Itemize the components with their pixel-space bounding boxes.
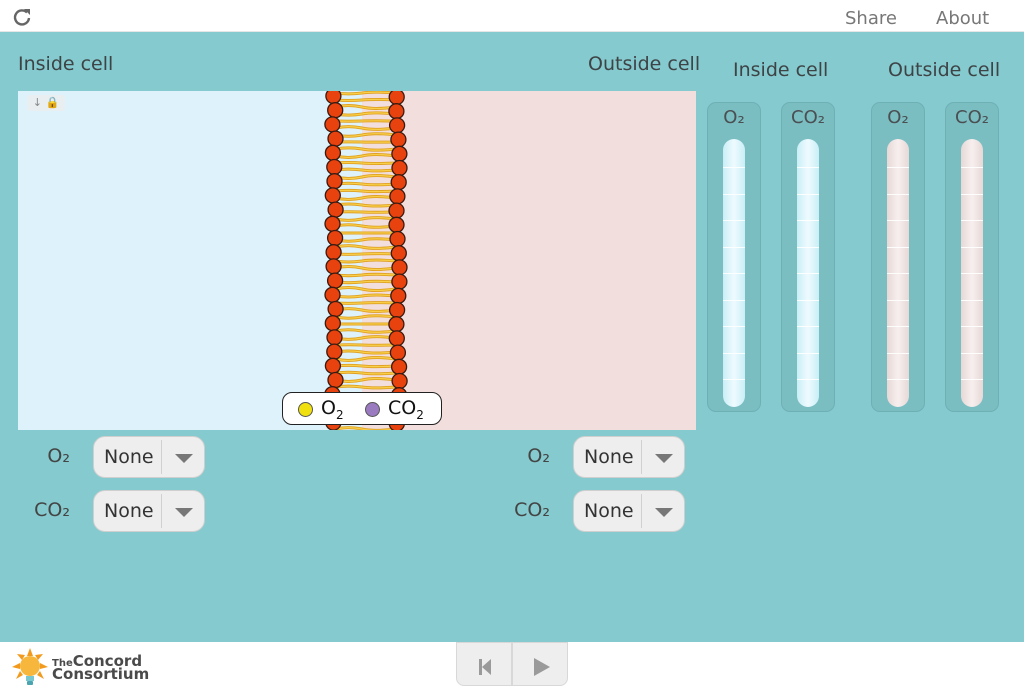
- gauge-tick: [797, 379, 819, 380]
- gauge-tube: [961, 139, 983, 407]
- gauge-tick: [797, 273, 819, 274]
- outside-co2-select[interactable]: None: [573, 490, 685, 532]
- gauge-tick: [887, 220, 909, 221]
- gauge-tick: [797, 220, 819, 221]
- gauge-label: CO₂: [955, 107, 989, 128]
- gauge-tick: [961, 220, 983, 221]
- play-icon: [534, 658, 550, 676]
- gauge-tube: [723, 139, 745, 407]
- gauge-tick: [797, 299, 819, 301]
- cell-membrane: [324, 91, 408, 430]
- gauge-tick: [797, 326, 819, 327]
- chevron-down-icon: [655, 508, 673, 517]
- gauge-tick: [797, 352, 819, 354]
- play-button[interactable]: [512, 642, 568, 686]
- inside-co2-select[interactable]: None: [93, 490, 205, 532]
- inside-o2-select[interactable]: None: [93, 436, 205, 478]
- chevron-down-icon: [655, 454, 673, 463]
- reload-icon[interactable]: [12, 7, 32, 27]
- gauge-tick: [961, 193, 983, 195]
- inside-co2-label: CO₂: [34, 499, 70, 521]
- share-link[interactable]: Share: [845, 8, 897, 29]
- outside-o2-gauge: O₂: [871, 102, 925, 412]
- gauge-tick: [797, 246, 819, 248]
- gauge-label: O₂: [723, 107, 745, 128]
- molecule-legend: O2 CO2: [282, 392, 442, 425]
- divider: [161, 440, 162, 474]
- concord-logo-icon: [12, 648, 48, 688]
- footer: TheConcord Consortium: [0, 642, 1024, 695]
- gauge-tick: [723, 379, 745, 380]
- logo-text-line2: Consortium: [52, 665, 150, 683]
- gauge-tick: [887, 273, 909, 274]
- select-value: None: [584, 500, 634, 522]
- gauge-label: CO₂: [791, 107, 825, 128]
- reset-button[interactable]: [456, 642, 512, 686]
- gauge-tick: [723, 326, 745, 327]
- gauge-tick: [797, 167, 819, 168]
- o2-legend-label: O2: [321, 397, 344, 422]
- select-value: None: [104, 446, 154, 468]
- co2-legend-label: CO2: [388, 397, 424, 422]
- inside-o2-label: O₂: [47, 445, 70, 467]
- gauges-outside-label: Outside cell: [888, 59, 1001, 81]
- gauge-tick: [961, 167, 983, 168]
- outside-cell-label: Outside cell: [588, 53, 701, 75]
- o2-legend-dot: [298, 402, 313, 417]
- gauge-tick: [887, 193, 909, 195]
- gauge-tick: [961, 299, 983, 301]
- about-link[interactable]: About: [936, 8, 989, 29]
- gauge-tick: [887, 326, 909, 327]
- gauge-tick: [723, 246, 745, 248]
- gauge-tick: [723, 273, 745, 274]
- gauge-tick: [723, 299, 745, 301]
- inside-cell-label: Inside cell: [18, 53, 114, 75]
- chevron-down-icon: [175, 508, 193, 517]
- skip-back-icon: [479, 659, 491, 675]
- gauge-tick: [723, 220, 745, 221]
- select-value: None: [584, 446, 634, 468]
- gauge-tick: [961, 352, 983, 354]
- membrane-simulation[interactable]: ↓ 🔒 O2 CO2: [18, 91, 696, 430]
- gauge-tick: [887, 167, 909, 168]
- main-panel: Inside cell Outside cell Inside cell Out…: [0, 32, 1024, 642]
- gauge-tick: [887, 379, 909, 380]
- gauge-label: O₂: [887, 107, 909, 128]
- gauge-tick: [723, 167, 745, 168]
- gauge-tick: [723, 352, 745, 354]
- gauge-tick: [887, 352, 909, 354]
- inside-co2-gauge: CO₂: [781, 102, 835, 412]
- gauges-inside-label: Inside cell: [733, 59, 829, 81]
- select-value: None: [104, 500, 154, 522]
- co2-legend-dot: [365, 402, 380, 417]
- gauge-tick: [961, 379, 983, 380]
- gauge-tick: [887, 299, 909, 301]
- gauge-tick: [723, 193, 745, 195]
- divider: [641, 440, 642, 474]
- gauge-tube: [887, 139, 909, 407]
- gauge-tube: [797, 139, 819, 407]
- outside-o2-select[interactable]: None: [573, 436, 685, 478]
- outside-co2-gauge: CO₂: [945, 102, 999, 412]
- gauge-tick: [797, 193, 819, 195]
- outside-co2-label: CO₂: [514, 499, 550, 521]
- chevron-down-icon: [175, 454, 193, 463]
- top-bar: Share About: [0, 0, 1024, 32]
- inside-o2-gauge: O₂: [707, 102, 761, 412]
- outside-o2-label: O₂: [527, 445, 550, 467]
- divider: [161, 494, 162, 528]
- gauge-tick: [961, 326, 983, 327]
- gauge-tick: [887, 246, 909, 248]
- gauge-tick: [961, 246, 983, 248]
- divider: [641, 494, 642, 528]
- gauge-tick: [961, 273, 983, 274]
- lipid-tails: [335, 91, 397, 430]
